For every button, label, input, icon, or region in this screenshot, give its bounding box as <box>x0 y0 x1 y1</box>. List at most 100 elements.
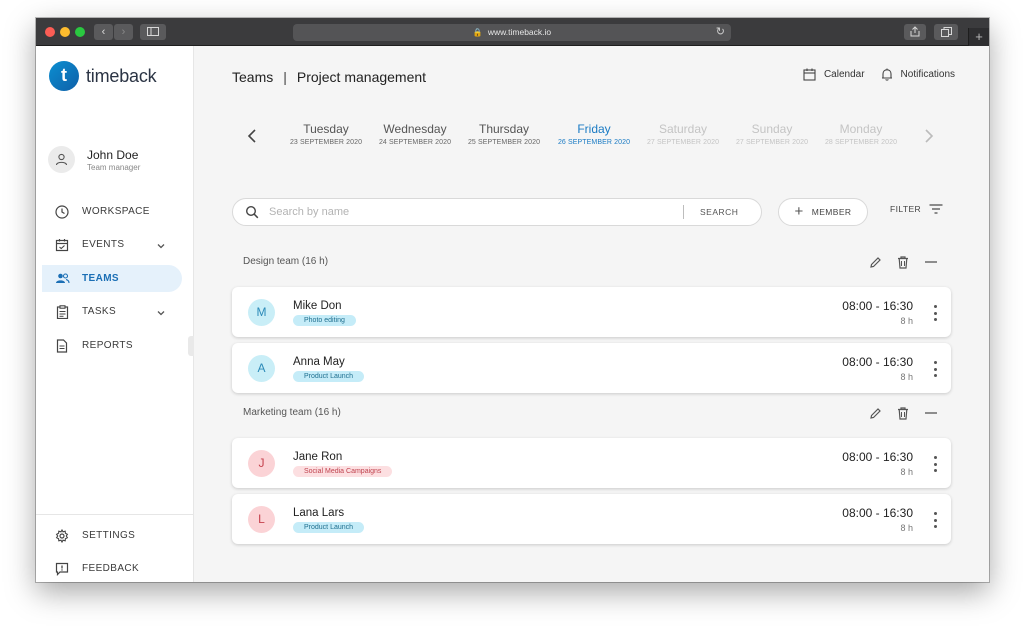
sidebar-divider <box>36 514 194 515</box>
sidebar: t timeback John Doe Team manager WORKSPA… <box>36 46 194 582</box>
search-button[interactable]: SEARCH <box>700 207 738 217</box>
share-icon[interactable] <box>904 24 926 40</box>
page-title: Project management <box>296 69 427 85</box>
collapse-icon[interactable] <box>923 405 939 421</box>
sidebar-collapse-handle[interactable] <box>188 336 194 356</box>
close-window-button[interactable] <box>45 27 55 37</box>
chevron-down-icon[interactable] <box>156 305 166 323</box>
member-card[interactable]: L Lana Lars Product Launch 08:00 - 16:30… <box>232 494 951 544</box>
plus-icon: + <box>794 203 804 220</box>
more-options-icon[interactable] <box>932 456 938 472</box>
breadcrumb-section[interactable]: Teams <box>232 69 273 85</box>
member-time: 08:00 - 16:30 <box>842 450 913 464</box>
sidebar-item-label: TEAMS <box>82 273 119 284</box>
day-tuesday[interactable]: Tuesday 23 SEPTEMBER 2020 <box>282 122 370 146</box>
member-name: Lana Lars <box>293 507 345 519</box>
header-actions: Calendar Notifications <box>787 68 955 81</box>
back-icon[interactable]: ‹ <box>94 24 113 40</box>
logo-mark: t <box>49 61 79 91</box>
member-tag: Product Launch <box>293 522 365 533</box>
feedback-icon <box>54 561 70 577</box>
member-tag: Photo editing <box>293 315 356 326</box>
day-sunday[interactable]: Sunday 27 SEPTEMBER 2020 <box>728 122 816 146</box>
user-role: Team manager <box>87 162 141 172</box>
member-card[interactable]: A Anna May Product Launch 08:00 - 16:30 … <box>232 343 951 393</box>
breadcrumb-separator: | <box>283 69 287 85</box>
app-logo[interactable]: t timeback <box>49 61 157 91</box>
day-friday[interactable]: Friday 26 SEPTEMBER 2020 <box>550 122 638 146</box>
plus-icon[interactable]: + <box>968 28 989 46</box>
sidebar-item-workspace[interactable]: WORKSPACE <box>42 198 182 225</box>
more-options-icon[interactable] <box>932 305 938 321</box>
sidebar-item-teams[interactable]: TEAMS <box>42 265 182 292</box>
member-hours: 8 h <box>900 316 913 326</box>
sidebar-item-feedback[interactable]: FEEDBACK <box>42 555 182 582</box>
chevron-down-icon[interactable] <box>156 238 166 256</box>
sidebar-item-events[interactable]: EVENTS <box>42 231 182 258</box>
day-thursday[interactable]: Thursday 25 SEPTEMBER 2020 <box>460 122 548 146</box>
clipboard-icon <box>54 304 70 320</box>
member-time: 08:00 - 16:30 <box>842 299 913 313</box>
previous-day-button[interactable] <box>245 126 259 146</box>
search-icon <box>245 205 259 219</box>
day-wednesday[interactable]: Wednesday 24 SEPTEMBER 2020 <box>371 122 459 146</box>
sidebar-item-tasks[interactable]: TASKS <box>42 298 182 325</box>
sidebar-item-reports[interactable]: REPORTS <box>42 332 182 359</box>
edit-icon[interactable] <box>867 254 883 270</box>
member-hours: 8 h <box>900 372 913 382</box>
maximize-window-button[interactable] <box>75 27 85 37</box>
day-monday[interactable]: Monday 28 SEPTEMBER 2020 <box>817 122 905 146</box>
avatar: M <box>248 299 275 326</box>
calendar-label: Calendar <box>823 69 865 80</box>
edit-icon[interactable] <box>867 405 883 421</box>
reload-icon[interactable]: ↻ <box>716 24 725 41</box>
team-actions-marketing <box>867 405 951 421</box>
minimize-window-button[interactable] <box>60 27 70 37</box>
next-day-button[interactable] <box>922 126 936 146</box>
avatar: A <box>248 355 275 382</box>
bell-icon <box>881 68 892 81</box>
address-bar[interactable]: 🔒 www.timeback.io ↻ <box>293 24 731 41</box>
sidebar-item-settings[interactable]: SETTINGS <box>42 522 182 549</box>
search-bar: SEARCH <box>232 198 762 226</box>
sidebar-item-label: SETTINGS <box>82 530 136 541</box>
member-name: Anna May <box>293 356 345 368</box>
avatar <box>48 146 75 173</box>
collapse-icon[interactable] <box>923 254 939 270</box>
filter-label: FILTER <box>890 204 922 214</box>
tabs-icon[interactable] <box>934 24 958 40</box>
lock-icon: 🔒 <box>472 28 483 37</box>
app-name: timeback <box>86 65 157 86</box>
sidebar-item-label: REPORTS <box>82 340 133 351</box>
member-time: 08:00 - 16:30 <box>842 355 913 369</box>
user-profile[interactable]: John Doe Team manager <box>48 146 140 173</box>
member-card[interactable]: J Jane Ron Social Media Campaigns 08:00 … <box>232 438 951 488</box>
filter-icon <box>929 204 943 214</box>
calendar-button[interactable]: Calendar <box>803 68 865 81</box>
member-tag: Social Media Campaigns <box>293 466 393 477</box>
add-member-label: MEMBER <box>811 207 852 217</box>
sidebar-item-label: FEEDBACK <box>82 563 140 574</box>
member-name: Jane Ron <box>293 451 343 463</box>
forward-icon[interactable]: › <box>114 24 133 40</box>
day-saturday[interactable]: Saturday 27 SEPTEMBER 2020 <box>639 122 727 146</box>
notifications-label: Notifications <box>900 69 955 80</box>
more-options-icon[interactable] <box>932 361 938 377</box>
gear-icon <box>54 528 70 544</box>
search-input[interactable] <box>269 206 669 218</box>
sidebar-item-label: WORKSPACE <box>82 206 150 217</box>
user-name: John Doe <box>87 147 139 162</box>
delete-icon[interactable] <box>895 405 911 421</box>
user-icon <box>55 153 68 166</box>
breadcrumb: Teams | Project management <box>232 69 426 85</box>
chevron-right-icon <box>925 129 934 143</box>
clock-icon <box>54 204 70 220</box>
member-card[interactable]: M Mike Don Photo editing 08:00 - 16:30 8… <box>232 287 951 337</box>
more-options-icon[interactable] <box>932 512 938 528</box>
add-member-button[interactable]: + MEMBER <box>778 198 868 226</box>
delete-icon[interactable] <box>895 254 911 270</box>
filter-button[interactable]: FILTER <box>890 204 943 214</box>
sidebar-icon[interactable] <box>140 24 166 40</box>
notifications-button[interactable]: Notifications <box>881 68 955 81</box>
browser-toolbar: ‹ › 🔒 www.timeback.io ↻ + <box>36 18 989 46</box>
